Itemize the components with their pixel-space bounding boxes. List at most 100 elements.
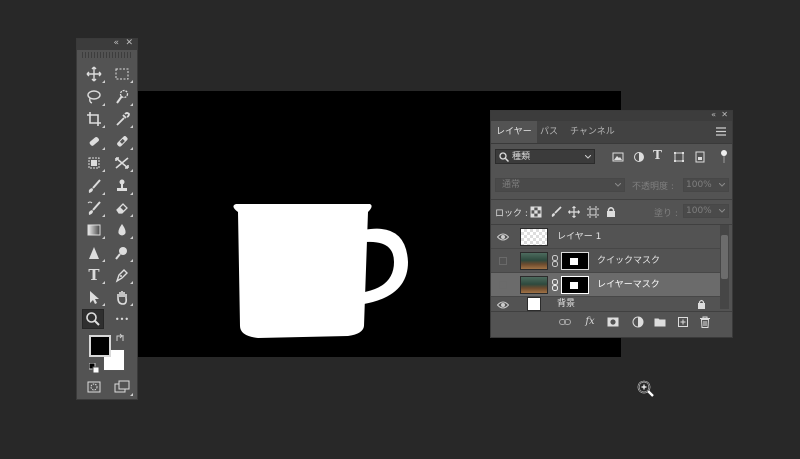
lock-row: ロック : 塗り : 100% <box>491 201 732 223</box>
tab-paths[interactable]: パス <box>535 121 563 143</box>
scrollbar-thumb[interactable] <box>721 235 728 279</box>
fill-field[interactable]: 100% <box>683 204 729 218</box>
type-filter-icon[interactable]: T <box>653 148 662 162</box>
lock-all-icon[interactable] <box>605 206 617 218</box>
default-colors-icon[interactable] <box>89 363 99 373</box>
lock-image-pixels-icon[interactable] <box>550 206 562 218</box>
layer-name[interactable]: レイヤーマスク <box>597 273 660 297</box>
chevron-down-icon <box>585 155 591 159</box>
smart-object-filter-icon[interactable] <box>694 151 706 163</box>
eye-icon[interactable] <box>497 300 509 310</box>
marquee-tool-icon[interactable] <box>111 64 133 84</box>
swap-colors-icon[interactable] <box>115 333 125 343</box>
lasso-tool-icon[interactable] <box>83 87 105 107</box>
mug-silhouette <box>233 204 408 338</box>
opacity-field[interactable]: 100% <box>683 178 729 192</box>
healing-brush-tool-icon[interactable] <box>83 131 105 151</box>
close-panel-icon[interactable]: ✕ <box>125 38 133 48</box>
layer-name[interactable]: レイヤー 1 <box>557 225 601 249</box>
lock-icon <box>698 299 705 309</box>
history-brush-tool-icon[interactable] <box>83 198 105 218</box>
more-tools-glyph: ••• <box>114 314 130 324</box>
add-mask-icon[interactable] <box>607 316 619 328</box>
sharpen-tool-icon[interactable] <box>83 243 105 263</box>
layer-mask-thumbnail[interactable] <box>561 252 589 270</box>
layer-row[interactable]: レイヤー 1 <box>491 225 721 249</box>
layer-name[interactable]: 背景 <box>557 297 575 311</box>
trash-icon[interactable] <box>699 316 711 328</box>
tab-layers[interactable]: レイヤー <box>491 121 537 143</box>
adjustment-filter-icon[interactable] <box>633 151 645 163</box>
tab-channels[interactable]: チャンネル <box>565 121 620 143</box>
layer-row[interactable]: クイックマスク <box>491 249 721 273</box>
hand-tool-icon[interactable] <box>111 287 133 307</box>
collapse-panel-icon[interactable]: « <box>711 110 716 119</box>
quick-select-tool-icon[interactable] <box>111 87 133 107</box>
bandage-tool-icon[interactable] <box>111 131 133 151</box>
layer-name[interactable]: クイックマスク <box>597 249 660 273</box>
eraser-tool-icon[interactable] <box>111 198 133 218</box>
move-tool-icon[interactable] <box>83 64 105 84</box>
layers-panel-header: « ✕ <box>491 110 732 121</box>
adjustment-layer-icon[interactable] <box>632 316 644 328</box>
chevron-down-icon <box>719 209 725 213</box>
brush-tool-icon[interactable] <box>83 176 105 196</box>
content-aware-move-tool-icon[interactable] <box>111 153 133 173</box>
chevron-down-icon <box>719 183 725 187</box>
opacity-label: 不透明度 : <box>632 182 674 192</box>
dodge-tool-icon[interactable] <box>111 243 133 263</box>
layer-row[interactable]: 背景 <box>491 297 721 311</box>
layer-mask-thumbnail[interactable] <box>561 276 589 294</box>
screen-mode-icon[interactable] <box>111 377 133 397</box>
collapse-panel-icon[interactable]: « <box>113 38 119 48</box>
eye-icon[interactable] <box>497 232 509 242</box>
blend-row: 通常 不透明度 : 100% <box>491 175 732 197</box>
panel-grip[interactable] <box>82 52 132 58</box>
lock-artboard-icon[interactable] <box>587 206 599 218</box>
type-tool-icon[interactable]: T <box>83 265 105 285</box>
layer-filter-select[interactable]: 種類 <box>495 149 595 164</box>
visibility-toggle[interactable] <box>499 281 507 289</box>
panel-tabs: レイヤー パス チャンネル <box>491 121 732 144</box>
divider <box>491 199 732 200</box>
layer-thumbnail <box>527 297 541 311</box>
link-layers-icon[interactable] <box>559 316 571 328</box>
filter-toggle-icon[interactable] <box>720 149 728 163</box>
new-layer-icon[interactable] <box>677 316 689 328</box>
stamp-tool-icon[interactable] <box>111 176 133 196</box>
blend-mode-select[interactable]: 通常 <box>495 178 625 192</box>
link-icon[interactable] <box>551 255 559 267</box>
lock-transparent-pixels-icon[interactable] <box>530 206 542 218</box>
shape-filter-icon[interactable] <box>673 151 685 163</box>
type-tool-glyph: T <box>88 266 100 284</box>
crop-tool-icon[interactable] <box>83 109 105 129</box>
eyedropper-tool-icon[interactable] <box>111 109 133 129</box>
opacity-value: 100% <box>686 180 712 190</box>
layer-thumbnail <box>520 252 548 270</box>
quick-mask-mode-icon[interactable] <box>83 377 105 397</box>
layers-scrollbar[interactable] <box>720 225 729 309</box>
layer-row-selected[interactable]: レイヤーマスク <box>491 273 721 297</box>
panel-menu-icon[interactable] <box>716 127 726 136</box>
pen-tool-icon[interactable] <box>111 265 133 285</box>
layer-thumbnail <box>520 276 548 294</box>
foreground-color-swatch[interactable] <box>89 335 111 357</box>
clone-stamp-tool-icon[interactable] <box>83 153 105 173</box>
more-tools-icon[interactable]: ••• <box>111 309 133 329</box>
divider <box>491 311 732 312</box>
tools-panel: « ✕ T ••• <box>76 38 138 400</box>
layers-panel: « ✕ レイヤー パス チャンネル 種類 T 通常 不透明度 : 100% ロッ… <box>490 110 733 338</box>
path-select-tool-icon[interactable] <box>83 287 105 307</box>
chevron-down-icon <box>615 183 621 187</box>
link-icon[interactable] <box>551 279 559 291</box>
visibility-toggle[interactable] <box>499 257 507 265</box>
fill-value: 100% <box>686 206 712 216</box>
gradient-tool-icon[interactable] <box>83 220 105 240</box>
close-panel-icon[interactable]: ✕ <box>721 110 728 119</box>
lock-position-icon[interactable] <box>568 206 580 218</box>
zoom-tool-icon[interactable] <box>82 309 104 329</box>
blur-tool-icon[interactable] <box>111 220 133 240</box>
fx-icon[interactable]: fx <box>584 316 596 328</box>
folder-icon[interactable] <box>654 316 666 328</box>
pixel-filter-icon[interactable] <box>612 151 624 163</box>
